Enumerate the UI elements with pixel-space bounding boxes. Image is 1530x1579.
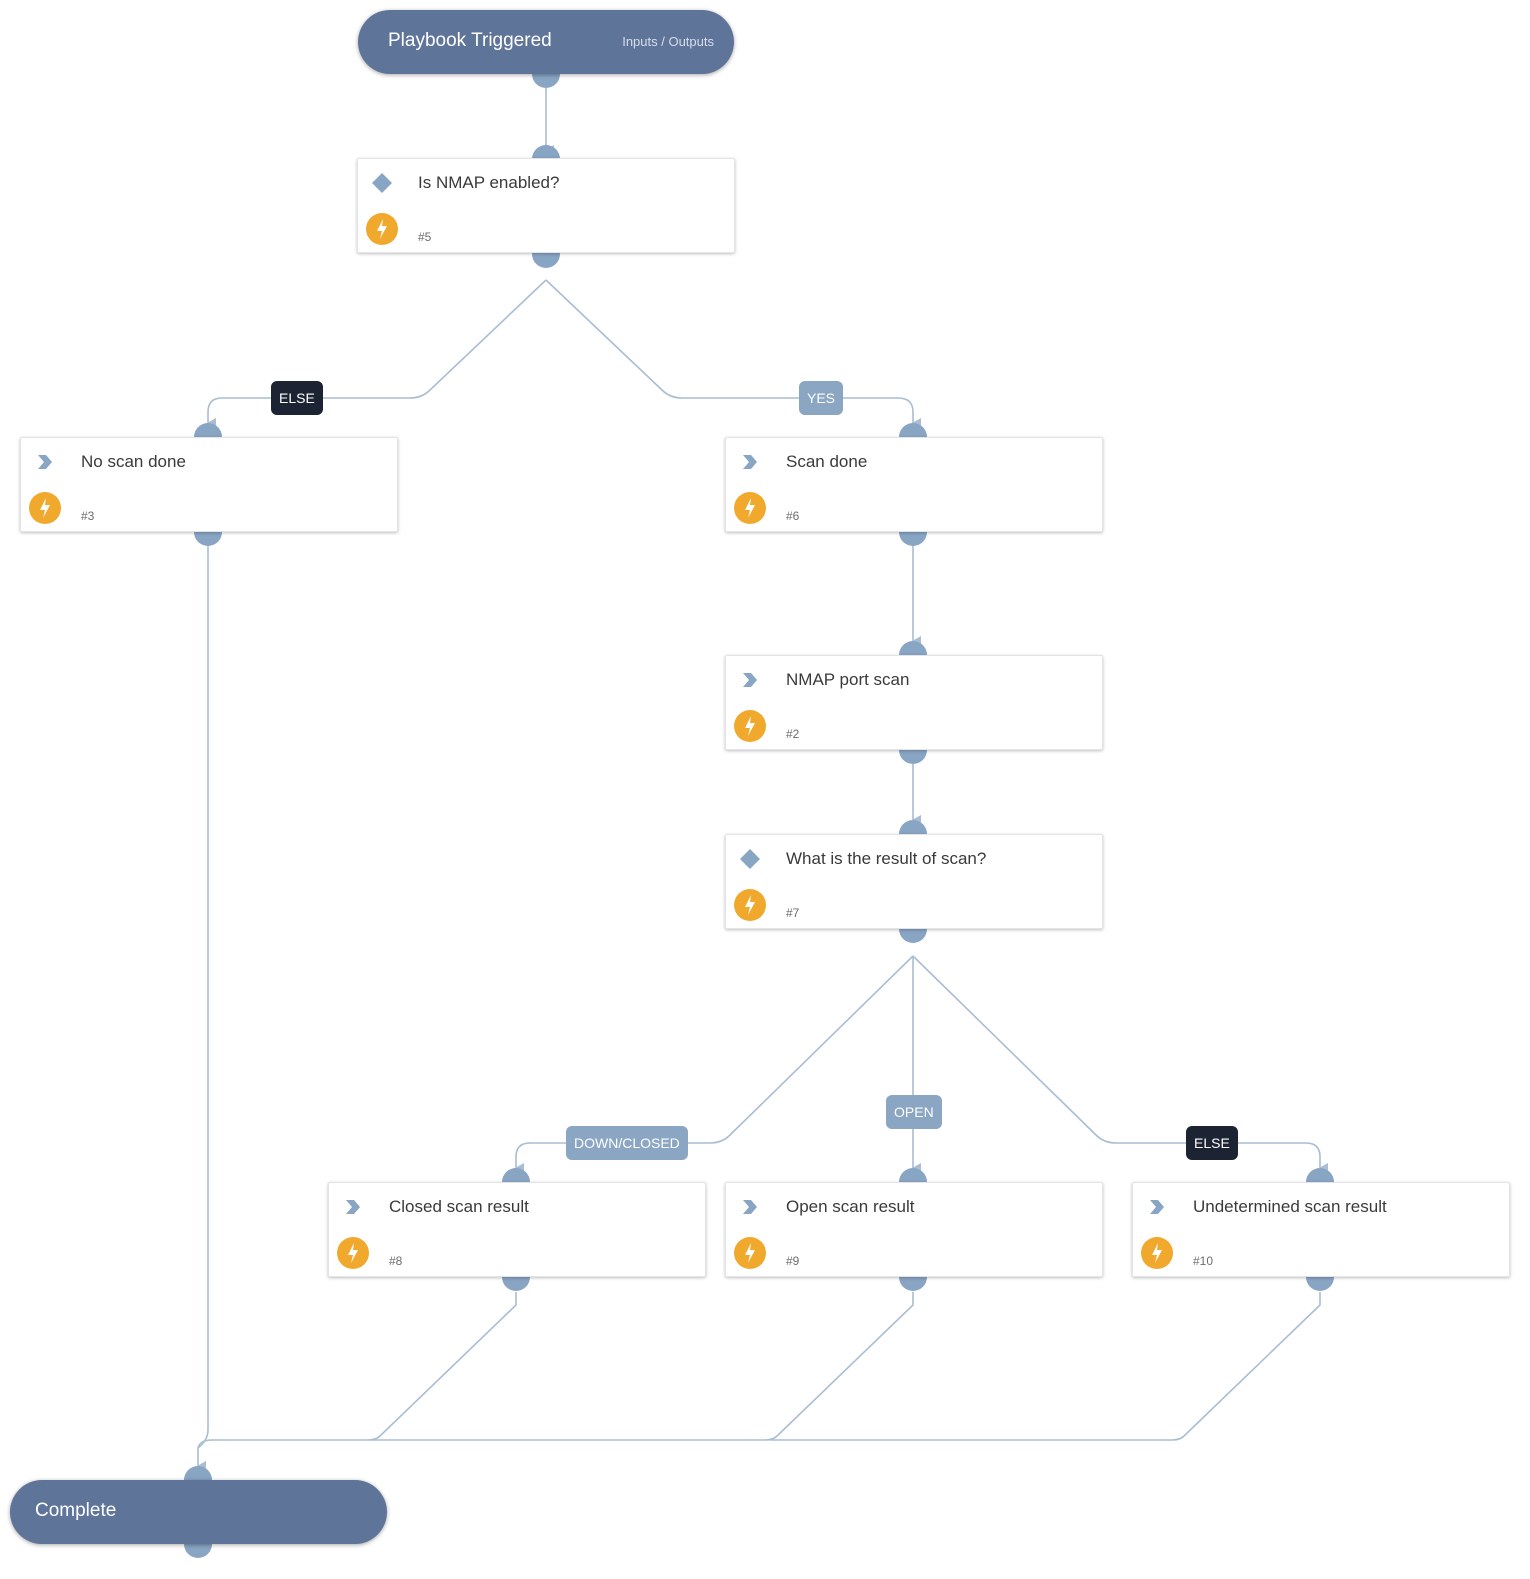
task-title: NMAP port scan bbox=[786, 670, 910, 689]
branch-label-yes[interactable]: YES bbox=[799, 381, 844, 415]
task-number: #9 bbox=[786, 1254, 800, 1268]
task-2-standard[interactable]: NMAP port scan #2 bbox=[725, 655, 1103, 750]
task-title: No scan done bbox=[81, 452, 186, 471]
lightning-bolt-icon bbox=[734, 492, 766, 524]
wire-5-to-3 bbox=[207, 279, 547, 428]
lightning-bolt-icon bbox=[734, 710, 766, 742]
wire-10-to-end bbox=[770, 1292, 1321, 1441]
diamond-icon bbox=[372, 173, 392, 193]
playbook-start-node[interactable]: Playbook Triggered Inputs / Outputs bbox=[358, 10, 734, 74]
task-title: Closed scan result bbox=[389, 1197, 529, 1216]
lightning-bolt-icon bbox=[734, 889, 766, 921]
task-number: #10 bbox=[1193, 1254, 1214, 1268]
lightning-bolt-icon bbox=[366, 213, 398, 245]
lightning-bolt-icon bbox=[337, 1237, 369, 1269]
chevron-right-icon bbox=[1150, 1200, 1164, 1214]
task-number: #2 bbox=[786, 727, 800, 741]
wire-9-to-end bbox=[370, 1292, 914, 1441]
start-title: Playbook Triggered bbox=[388, 30, 552, 51]
task-5-condition[interactable]: Is NMAP enabled? #5 bbox=[357, 158, 735, 253]
wire-8-to-end bbox=[197, 1292, 517, 1449]
lightning-bolt-icon bbox=[29, 492, 61, 524]
wire-7-to-10 bbox=[912, 955, 1328, 1173]
task-title: Open scan result bbox=[786, 1197, 915, 1216]
chevron-right-icon bbox=[743, 673, 757, 687]
inputs-outputs-link[interactable]: Inputs / Outputs bbox=[622, 34, 714, 49]
task-number: #7 bbox=[786, 906, 800, 920]
task-number: #8 bbox=[389, 1254, 403, 1268]
task-title: Undetermined scan result bbox=[1193, 1197, 1387, 1216]
branch-label-else-2[interactable]: ELSE bbox=[1186, 1126, 1238, 1160]
chevron-right-icon bbox=[346, 1200, 360, 1214]
chevron-right-icon bbox=[743, 455, 757, 469]
connector-layer bbox=[197, 88, 1328, 1471]
lightning-bolt-icon bbox=[734, 1237, 766, 1269]
end-title: Complete bbox=[35, 1500, 117, 1521]
task-number: #5 bbox=[418, 230, 432, 244]
diamond-icon bbox=[740, 849, 760, 869]
task-3-standard[interactable]: No scan done #3 bbox=[20, 437, 398, 532]
wire-5-to-6 bbox=[545, 279, 921, 428]
task-title: Scan done bbox=[786, 452, 868, 471]
chevron-right-icon bbox=[38, 455, 52, 469]
chevron-right-icon bbox=[743, 1200, 757, 1214]
task-title: Is NMAP enabled? bbox=[418, 173, 560, 192]
task-9-standard[interactable]: Open scan result #9 bbox=[725, 1182, 1103, 1277]
task-7-condition[interactable]: What is the result of scan? #7 bbox=[725, 834, 1103, 929]
branch-label-else[interactable]: ELSE bbox=[271, 381, 323, 415]
task-10-standard[interactable]: Undetermined scan result #10 bbox=[1132, 1182, 1510, 1277]
branch-label-down-closed[interactable]: DOWN/CLOSED bbox=[566, 1126, 688, 1160]
task-8-standard[interactable]: Closed scan result #8 bbox=[328, 1182, 706, 1277]
task-title: What is the result of scan? bbox=[786, 849, 987, 868]
branch-label-open[interactable]: OPEN bbox=[886, 1095, 942, 1129]
lightning-bolt-icon bbox=[1141, 1237, 1173, 1269]
wire-3-to-end bbox=[197, 545, 209, 1471]
task-number: #3 bbox=[81, 509, 95, 523]
task-6-standard[interactable]: Scan done #6 bbox=[725, 437, 1103, 532]
task-number: #6 bbox=[786, 509, 800, 523]
playbook-complete-node[interactable]: Complete bbox=[10, 1480, 387, 1544]
